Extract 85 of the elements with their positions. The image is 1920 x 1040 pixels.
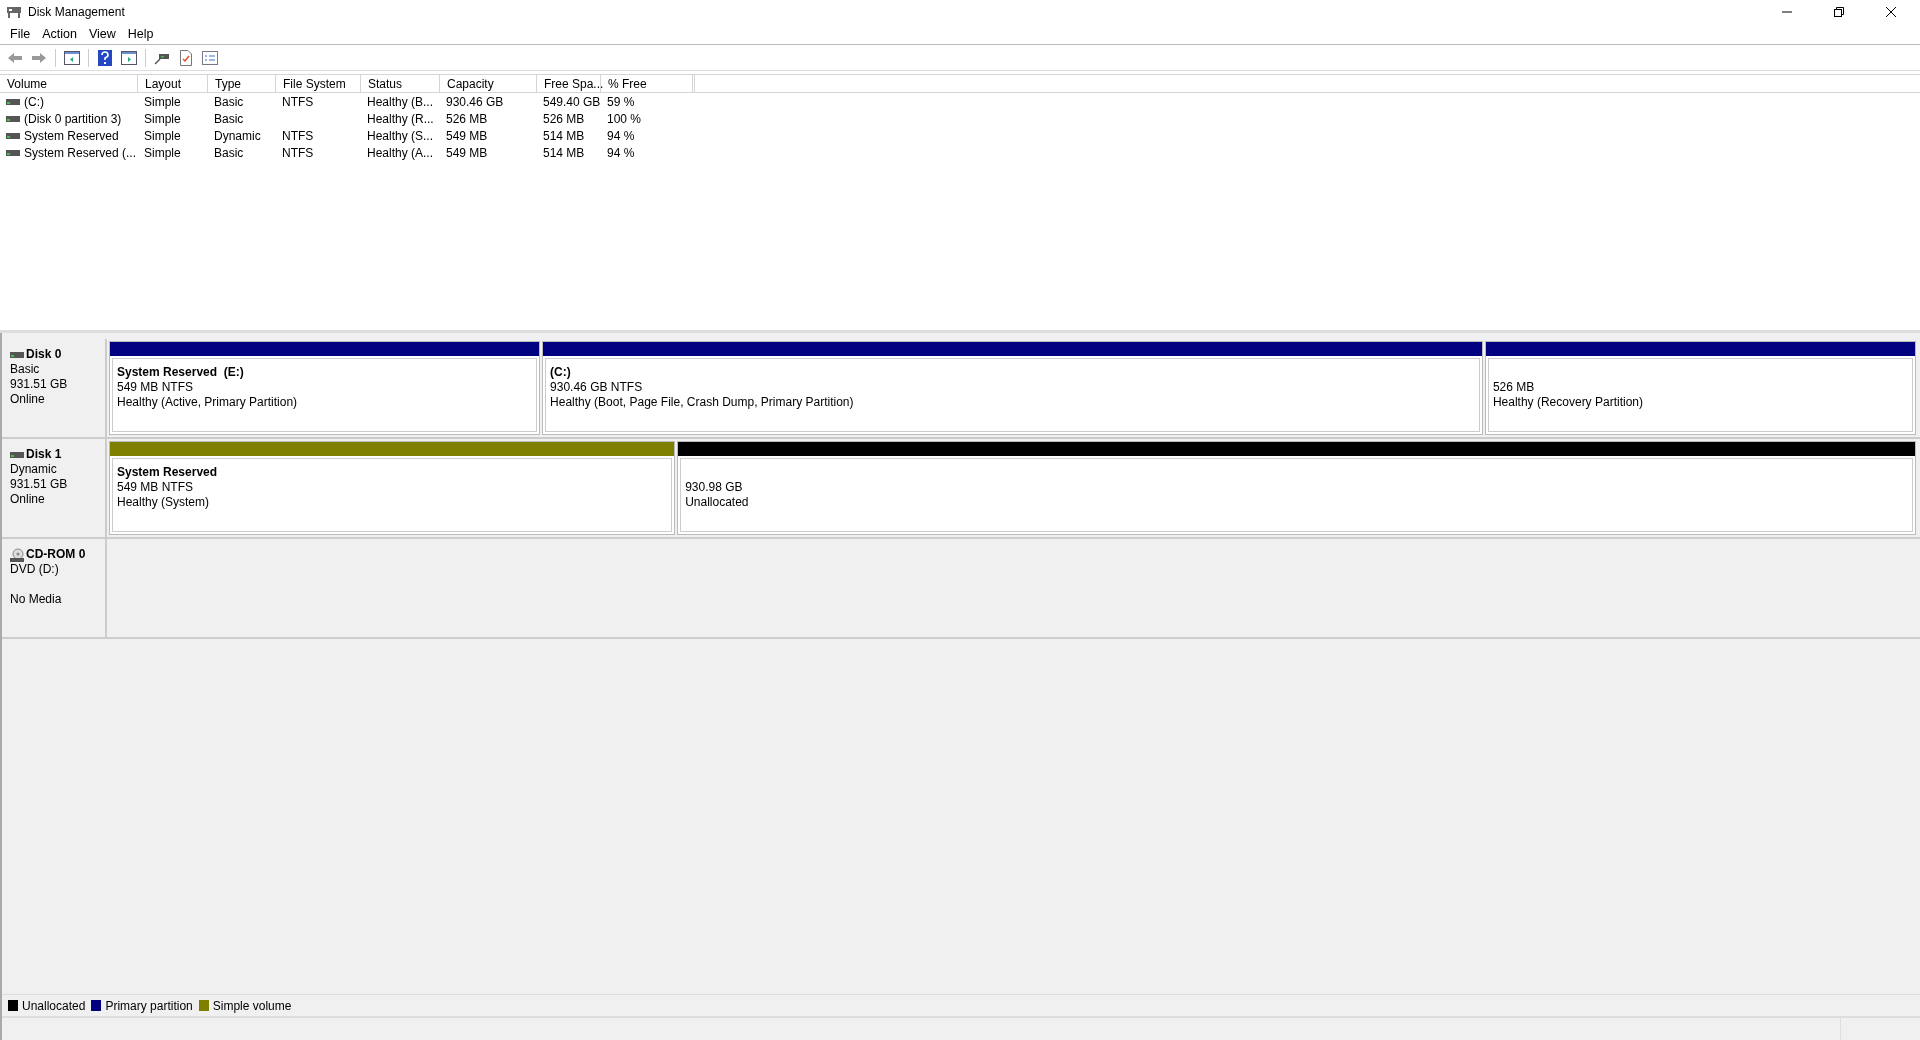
table-cell-text: (Disk 0 partition 3) <box>24 110 122 128</box>
table-cell-text: 514 MB <box>543 127 585 145</box>
table-cell-text: Healthy (S... <box>367 127 434 145</box>
disk-info: Online <box>10 392 46 407</box>
partition-status: Healthy (System) <box>117 495 211 510</box>
column-header[interactable]: Free Spa... <box>537 75 601 92</box>
table-cell-text: 549.40 GB <box>543 93 601 111</box>
table-cell-text: NTFS <box>282 93 314 111</box>
table-cell-text: Simple <box>144 127 181 145</box>
table-cell-text: 94 % <box>607 144 635 162</box>
partition-size: 930.98 GB <box>685 480 744 495</box>
menu-item[interactable]: View <box>82 24 122 44</box>
partition-title: System Reserved (E:) <box>117 365 245 380</box>
table-cell-text: 100 % <box>607 110 642 128</box>
disk-info: Basic <box>10 362 41 377</box>
table-cell-text: 526 MB <box>446 110 488 128</box>
table-cell-text: 526 MB <box>543 110 585 128</box>
table-cell-text: 549 MB <box>446 127 488 145</box>
partition-block[interactable]: System Reserved (E:) 549 MB NTFS Healthy (Active, Primary Partition) <box>109 341 541 435</box>
table-cell-text: Simple <box>144 144 181 162</box>
table-cell-text: Simple <box>144 93 181 111</box>
drive-icon <box>10 450 24 459</box>
column-header[interactable]: Type <box>208 75 276 92</box>
column-header[interactable]: Status <box>361 75 440 92</box>
menu-item[interactable]: File <box>4 24 37 44</box>
table-cell-text: Basic <box>214 93 244 111</box>
disk-media-status: No Media <box>10 592 63 607</box>
disk-info: Online <box>10 492 46 507</box>
disk-info: Dynamic <box>10 462 58 477</box>
disk-name: Disk 0 <box>26 347 62 362</box>
column-header[interactable]: Volume <box>0 75 138 92</box>
table-cell-text: 94 % <box>607 127 635 145</box>
cd-drive-icon <box>10 547 24 562</box>
partition-block[interactable]: 930.98 GB Unallocated <box>677 441 1916 535</box>
disk-name: CD-ROM 0 <box>26 547 86 562</box>
table-cell-text: (C:) <box>24 93 44 111</box>
disk-management-icon <box>6 5 22 19</box>
partition-size: 930.46 GB NTFS <box>550 380 644 395</box>
table-cell-text: Basic <box>214 144 244 162</box>
drive-icon <box>6 114 20 123</box>
partition-status: Healthy (Boot, Page File, Crash Dump, Primary Partition) <box>550 395 855 410</box>
partition-size: 526 MB <box>1492 380 1536 395</box>
column-header[interactable]: File System <box>276 75 361 92</box>
partition-status: Unallocated <box>685 495 750 510</box>
drive-icon <box>6 97 20 106</box>
table-cell-text: Healthy (A... <box>367 144 434 162</box>
table-cell-text: 549 MB <box>446 144 488 162</box>
partition-title: System Reserved <box>117 465 219 480</box>
disk-info: 931.51 GB <box>10 377 69 392</box>
table-cell-text: 514 MB <box>543 144 585 162</box>
partition-title: (C:) <box>550 365 572 380</box>
partition-size: 549 MB NTFS <box>117 380 195 395</box>
drive-icon <box>6 131 20 140</box>
partition-block[interactable]: System Reserved 549 MB NTFS Healthy (System) <box>109 441 676 535</box>
table-cell-text: System Reserved (... <box>24 144 137 162</box>
disk-info: 931.51 GB <box>10 477 69 492</box>
table-cell-text: NTFS <box>282 127 314 145</box>
table-cell-text: 930.46 GB <box>446 93 504 111</box>
partition-size: 549 MB NTFS <box>117 480 195 495</box>
table-cell-text: Basic <box>214 110 244 128</box>
table-cell-text: 59 % <box>607 93 635 111</box>
legend-label: Simple volume <box>212 997 292 1015</box>
close-icon <box>1886 7 1896 17</box>
restore-icon <box>1834 7 1844 17</box>
drive-icon <box>10 350 24 359</box>
table-cell-text: Healthy (R... <box>367 110 434 128</box>
column-header[interactable]: Layout <box>138 75 208 92</box>
legend-label: Primary partition <box>105 997 193 1015</box>
table-cell-text: Simple <box>144 110 181 128</box>
window-title: Disk Management <box>28 4 125 21</box>
partition-status: Healthy (Active, Primary Partition) <box>117 395 299 410</box>
drive-icon <box>6 148 20 157</box>
disk-info: DVD (D:) <box>10 562 60 577</box>
table-cell-text: Dynamic <box>214 127 261 145</box>
partition-block[interactable]: (C:) 930.46 GB NTFS Healthy (Boot, Page File, Crash Dump, Primary Partition) <box>542 341 1483 435</box>
table-cell-text: System Reserved <box>24 127 119 145</box>
menu-item[interactable]: Help <box>121 24 160 44</box>
column-header[interactable]: Capacity <box>440 75 537 92</box>
legend-label: Unallocated <box>22 997 86 1015</box>
partition-block[interactable]: 526 MB Healthy (Recovery Partition) <box>1484 341 1916 435</box>
table-cell-text: NTFS <box>282 144 314 162</box>
disk-name: Disk 1 <box>26 447 62 462</box>
menu-item[interactable]: Action <box>36 24 83 44</box>
partition-status: Healthy (Recovery Partition) <box>1492 395 1644 410</box>
table-cell-text: Healthy (B... <box>367 93 434 111</box>
